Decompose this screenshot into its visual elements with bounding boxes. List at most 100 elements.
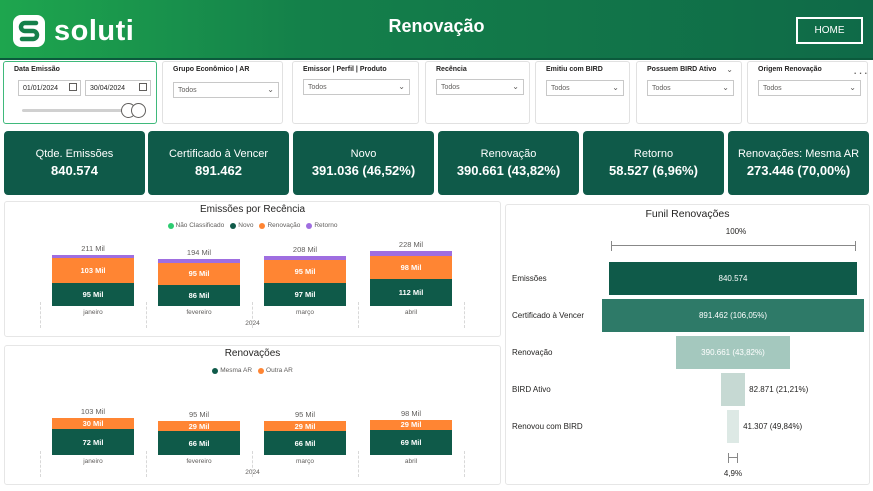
bar-segment-novo[interactable]: 95 Mil <box>52 283 134 306</box>
calendar-icon[interactable] <box>69 83 77 91</box>
filter-title: Emissor | Perfil | Produto <box>303 66 387 73</box>
home-button[interactable]: HOME <box>796 17 863 44</box>
funnel-bar[interactable]: 390.661 (43,82%) <box>675 336 791 369</box>
legend-item[interactable]: Novo <box>230 222 253 229</box>
filter-bird-ativo: Possuem BIRD Ativo Todos ⌄ ⌄ <box>636 61 742 124</box>
bar-segment-outra-ar[interactable]: 29 Mil <box>158 420 240 432</box>
x-axis-tick-label: março <box>295 458 315 465</box>
bar-segment-outra-ar[interactable]: 29 Mil <box>370 419 452 431</box>
select-value: Todos <box>178 86 197 94</box>
end-date-input[interactable]: 30/04/2024 <box>85 80 151 96</box>
kpi-renovacoes-mesma-ar: Renovações: Mesma AR 273.446 (70,00%) <box>728 131 869 195</box>
bar-segment-renova-o[interactable]: 103 Mil <box>52 258 134 284</box>
legend-item[interactable]: Retorno <box>306 222 337 229</box>
x-axis-gridline <box>40 302 41 328</box>
emitiu-bird-select[interactable]: Todos ⌄ <box>546 80 624 96</box>
kpi-retorno: Retorno 58.527 (6,96%) <box>583 131 724 195</box>
funnel-top-bracket <box>611 241 856 251</box>
bar-segment-mesma-ar[interactable]: 69 Mil <box>370 430 452 455</box>
page-title: Renovação <box>388 16 485 36</box>
bird-ativo-select[interactable]: Todos ⌄ <box>647 80 734 96</box>
funnel-value-label: 390.661 (43,82%) <box>701 348 765 357</box>
bar-total-label: 95 Mil <box>294 409 315 419</box>
legend-item[interactable]: Mesma AR <box>212 367 252 374</box>
x-axis-tick-label: abril <box>404 309 418 316</box>
bar-segment-renova-o[interactable]: 95 Mil <box>158 262 240 286</box>
emissoes-recencia-chart: Emissões por Recência Não Classificado N… <box>4 201 501 337</box>
bar-segment-retorno[interactable] <box>52 255 134 259</box>
bar-data-label: 86 Mil <box>188 291 210 301</box>
chevron-down-icon: ⌄ <box>849 83 856 92</box>
kpi-value: 391.036 (46,52%) <box>311 163 416 178</box>
legend-dot <box>258 367 265 374</box>
bar-segment-novo[interactable]: 112 Mil <box>370 279 452 306</box>
bar-segment-novo[interactable]: 86 Mil <box>158 285 240 306</box>
filter-recencia: Recência Todos ⌄ <box>425 61 530 124</box>
legend-dot <box>306 222 313 229</box>
recencia-select[interactable]: Todos ⌄ <box>436 79 524 95</box>
funnel-value-label: 41.307 (49,84%) <box>743 422 803 431</box>
legend-item[interactable]: Outra AR <box>258 367 293 374</box>
slider-handle-end[interactable] <box>131 103 146 118</box>
bar-segment-mesma-ar[interactable]: 66 Mil <box>158 431 240 455</box>
bar-segment-renova-o[interactable]: 98 Mil <box>370 255 452 280</box>
chart-legend: Não Classificado Novo Renovação Retorno <box>5 222 500 229</box>
chevron-down-icon: ⌄ <box>267 85 274 94</box>
funnel-stage-label: Renovou com BIRD <box>512 422 583 431</box>
filter-emissor: Emissor | Perfil | Produto Todos ⌄ <box>292 61 419 124</box>
x-axis-gridline <box>252 451 253 477</box>
bar-total-label: 194 Mil <box>186 248 212 258</box>
funnel-value-label: 840.574 <box>718 274 748 283</box>
funnel-stage-label: Renovação <box>512 348 553 357</box>
chart-title: Funil Renovações <box>645 208 730 220</box>
funnel-bar[interactable]: 891.462 (106,05%) <box>602 299 864 332</box>
start-date-input[interactable]: 01/01/2024 <box>18 80 81 96</box>
funnel-bar[interactable]: 840.574 <box>609 262 857 295</box>
calendar-icon[interactable] <box>139 83 147 91</box>
legend-dot <box>230 222 237 229</box>
kpi-qtde-emissoes: Qtde. Emissões 840.574 <box>4 131 145 195</box>
select-value: Todos <box>308 83 327 91</box>
bar-segment-retorno[interactable] <box>370 251 452 256</box>
bar-data-label: 29 Mil <box>294 421 316 431</box>
grupo-economico-select[interactable]: Todos ⌄ <box>173 82 279 98</box>
date-filter-title: Data Emissão <box>14 66 60 73</box>
origem-renovacao-select[interactable]: Todos ⌄ <box>758 80 861 96</box>
bar-segment-novo[interactable]: 97 Mil <box>264 282 346 306</box>
funnel-bottom-bracket <box>728 453 738 463</box>
chevron-down-icon[interactable]: ⌄ <box>726 65 733 74</box>
bar-segment-retorno[interactable] <box>158 259 240 263</box>
funnel-bar[interactable] <box>720 373 746 406</box>
bar-segment-renova-o[interactable]: 95 Mil <box>264 259 346 283</box>
funnel-bar[interactable] <box>726 410 740 443</box>
kpi-label: Retorno <box>633 148 674 160</box>
legend-dot <box>212 367 219 374</box>
bar-data-label: 98 Mil <box>400 262 422 272</box>
bar-segment-outra-ar[interactable]: 30 Mil <box>52 418 134 430</box>
bar-segment-retorno[interactable] <box>264 256 346 260</box>
bar-data-label: 66 Mil <box>188 438 210 448</box>
legend-dot <box>259 222 266 229</box>
emissor-select[interactable]: Todos ⌄ <box>303 79 410 95</box>
filter-title: Possuem BIRD Ativo <box>647 66 717 73</box>
bar-segment-mesma-ar[interactable]: 66 Mil <box>264 431 346 455</box>
kpi-novo: Novo 391.036 (46,52%) <box>293 131 434 195</box>
filter-title: Origem Renovação <box>758 66 822 73</box>
bar-data-label: 66 Mil <box>294 438 316 448</box>
kpi-value: 390.661 (43,82%) <box>456 163 561 178</box>
ellipsis-icon[interactable]: ··· <box>853 65 869 80</box>
legend-item[interactable]: Renovação <box>259 222 300 229</box>
bar-total-label: 208 Mil <box>292 245 318 255</box>
chevron-down-icon: ⌄ <box>612 83 619 92</box>
legend-item[interactable]: Não Classificado <box>167 222 224 229</box>
bar-segment-outra-ar[interactable]: 29 Mil <box>264 420 346 432</box>
legend-dot <box>167 222 174 229</box>
legend-label: Novo <box>238 222 254 229</box>
chart-legend: Mesma AR Outra AR <box>5 367 500 374</box>
x-axis-gridline <box>464 302 465 328</box>
kpi-value: 840.574 <box>51 163 98 178</box>
chart-title: Renovações <box>224 348 281 359</box>
kpi-label: Certificado à Vencer <box>168 148 269 160</box>
x-axis-tick-label: março <box>295 309 315 316</box>
bar-segment-mesma-ar[interactable]: 72 Mil <box>52 429 134 455</box>
